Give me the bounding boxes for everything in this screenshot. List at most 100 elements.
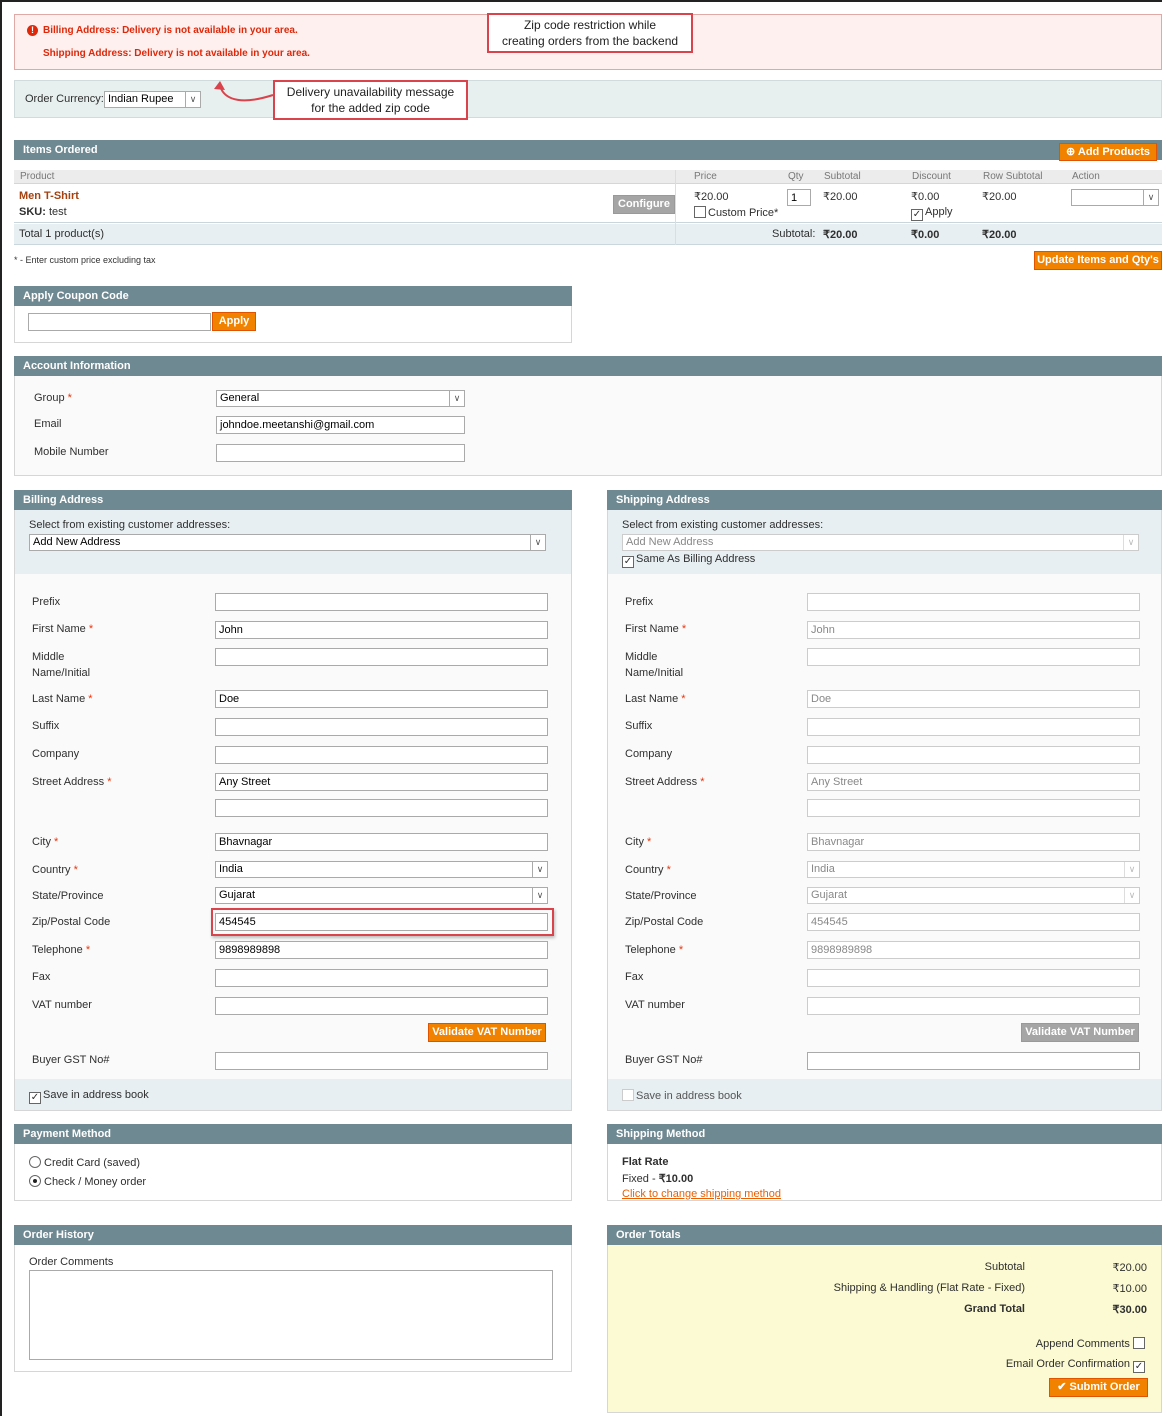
prefix-label: Prefix <box>32 596 61 608</box>
add-products-button[interactable]: ⊕ Add Products <box>1059 143 1157 161</box>
radio-selected-icon <box>29 1175 41 1187</box>
mobile-field[interactable] <box>216 444 465 462</box>
change-shipping-link[interactable]: Click to change shipping method <box>622 1188 781 1200</box>
order-comments-textarea[interactable] <box>29 1270 553 1360</box>
shipping-error: Shipping Address: Delivery is not availa… <box>43 48 310 59</box>
state-label: State/Province <box>625 890 697 902</box>
email-label: Email <box>34 418 62 430</box>
group-select[interactable]: General ∨ <box>216 390 465 407</box>
shipping-select-label: Select from existing customer addresses: <box>622 519 824 531</box>
shipping-street-input[interactable]: Any Street <box>807 773 1140 791</box>
button-label: Submit Order <box>1069 1381 1140 1393</box>
shipping-last-name-input[interactable]: Doe <box>807 690 1140 708</box>
coupon-input[interactable] <box>28 313 211 331</box>
shipping-zip-input[interactable]: 454545 <box>807 913 1140 931</box>
save-label: Save in address book <box>636 1090 742 1102</box>
billing-error: Billing Address: Delivery is not availab… <box>43 25 298 36</box>
append-comments-checkbox[interactable]: Append Comments <box>1036 1337 1147 1350</box>
email-field[interactable]: johndoe.meetanshi@gmail.com <box>216 416 465 434</box>
email-confirmation-checkbox[interactable]: Email Order Confirmation ✓ <box>1006 1358 1147 1373</box>
divider <box>675 170 676 245</box>
billing-save-checkbox[interactable]: ✓ Save in address book <box>29 1089 149 1104</box>
billing-vat-input[interactable] <box>215 997 548 1015</box>
custom-price-checkbox[interactable]: Custom Price* <box>694 206 778 219</box>
shipping-fax-input[interactable] <box>807 969 1140 987</box>
middle-label-2: Name/Initial <box>32 667 91 679</box>
order-history-header: Order History <box>14 1225 572 1245</box>
shipping-suffix-input[interactable] <box>807 718 1140 736</box>
section-title: Items Ordered <box>23 144 98 156</box>
chevron-down-icon: ∨ <box>530 535 545 550</box>
chevron-down-icon: ∨ <box>1124 888 1139 903</box>
country-value: India <box>219 863 243 875</box>
col-price: Price <box>694 171 717 182</box>
submit-order-button[interactable]: ✔ Submit Order <box>1049 1378 1148 1397</box>
billing-telephone-input[interactable]: 9898989898 <box>215 941 548 959</box>
qty-input[interactable]: 1 <box>787 189 811 206</box>
shipping-country-select[interactable]: India ∨ <box>807 861 1140 878</box>
chevron-down-icon: ∨ <box>532 862 547 877</box>
currency-select[interactable]: Indian Rupee ∨ <box>104 91 201 108</box>
items-table-header: Product Price Qty Subtotal Discount Row … <box>14 170 1162 184</box>
checkmark-icon: ✓ <box>622 556 634 568</box>
credit-card-radio[interactable]: Credit Card (saved) <box>29 1156 140 1169</box>
billing-suffix-input[interactable] <box>215 718 548 736</box>
table-row: Men T-Shirt SKU: test Configure ₹20.00 C… <box>14 185 1162 223</box>
button-label: Validate VAT Number <box>1025 1026 1135 1038</box>
gst-label: Buyer GST No# <box>625 1054 703 1066</box>
shipping-city-input[interactable]: Bhavnagar <box>807 833 1140 851</box>
shipping-validate-vat-button[interactable]: Validate VAT Number <box>1021 1023 1139 1042</box>
billing-state-select[interactable]: Gujarat ∨ <box>215 887 548 904</box>
shipping-state-select[interactable]: Gujarat ∨ <box>807 887 1140 904</box>
shipping-company-input[interactable] <box>807 746 1140 764</box>
shipping-vat-input[interactable] <box>807 997 1140 1015</box>
billing-street-input[interactable]: Any Street <box>215 773 548 791</box>
billing-fax-input[interactable] <box>215 969 548 987</box>
totals-shipping-label: Shipping & Handling (Flat Rate - Fixed) <box>833 1282 1025 1294</box>
section-title: Order History <box>23 1229 94 1241</box>
zip-label: Zip/Postal Code <box>32 916 111 928</box>
billing-gst-input[interactable] <box>215 1052 548 1070</box>
shipping-save-checkbox[interactable]: Save in address book <box>622 1089 742 1102</box>
same-as-billing-checkbox[interactable]: ✓ Same As Billing Address <box>622 553 755 568</box>
state-value: Gujarat <box>811 889 848 901</box>
shipping-street2-input[interactable] <box>807 799 1140 817</box>
total-products: Total 1 product(s) <box>19 228 104 240</box>
action-select[interactable]: ∨ <box>1071 189 1159 206</box>
row-row-subtotal: ₹20.00 <box>982 191 1017 203</box>
apply-coupon-button[interactable]: Apply <box>212 312 256 331</box>
middle-label: Middle <box>625 651 658 663</box>
billing-last-name-input[interactable]: Doe <box>215 690 548 708</box>
city-label: City * <box>625 836 652 848</box>
order-comments-label: Order Comments <box>29 1256 114 1268</box>
configure-button[interactable]: Configure <box>613 195 675 214</box>
billing-prefix-input[interactable] <box>215 593 548 611</box>
total-discount: ₹0.00 <box>911 229 940 241</box>
validate-vat-button[interactable]: Validate VAT Number <box>428 1023 546 1042</box>
checkmark-icon: ✓ <box>29 1092 41 1104</box>
shipping-gst-input[interactable] <box>807 1052 1140 1070</box>
row-price: ₹20.00 <box>694 191 729 203</box>
shipping-prefix-input[interactable] <box>807 593 1140 611</box>
billing-first-name-input[interactable]: John <box>215 621 548 639</box>
shipping-first-name-input[interactable]: John <box>807 621 1140 639</box>
product-name[interactable]: Men T-Shirt <box>19 190 79 202</box>
last-name-label: Last Name * <box>625 693 686 705</box>
billing-country-select[interactable]: India ∨ <box>215 861 548 878</box>
update-items-button[interactable]: Update Items and Qty's <box>1034 251 1162 270</box>
shipping-address-select[interactable]: Add New Address ∨ <box>622 534 1139 551</box>
shipping-telephone-input[interactable]: 9898989898 <box>807 941 1140 959</box>
check-money-radio[interactable]: Check / Money order <box>29 1175 146 1188</box>
shipping-middle-input[interactable] <box>807 648 1140 666</box>
billing-city-input[interactable]: Bhavnagar <box>215 833 548 851</box>
billing-street2-input[interactable] <box>215 799 548 817</box>
middle-label: Middle <box>32 651 65 663</box>
button-label: Configure <box>618 198 670 210</box>
fax-label: Fax <box>32 971 51 983</box>
button-label: Update Items and Qty's <box>1037 254 1159 266</box>
billing-middle-input[interactable] <box>215 648 548 666</box>
billing-address-select[interactable]: Add New Address ∨ <box>29 534 546 551</box>
payment-box: Credit Card (saved) Check / Money order <box>14 1144 572 1201</box>
apply-discount-checkbox[interactable]: ✓ Apply <box>911 206 953 221</box>
billing-company-input[interactable] <box>215 746 548 764</box>
